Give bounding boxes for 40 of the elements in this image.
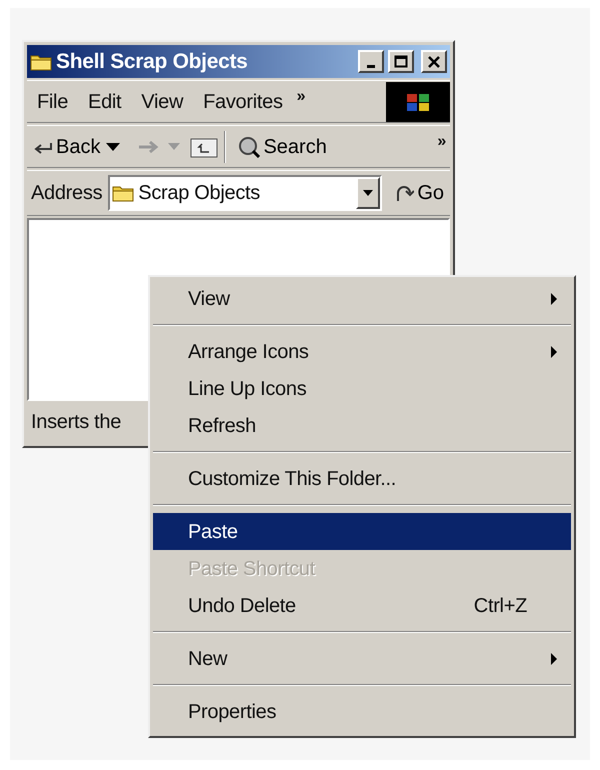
menu-item[interactable]: Customize This Folder... — [153, 460, 571, 497]
menu-item[interactable]: Favorites — [193, 86, 293, 116]
menu-item[interactable]: Undo Delete Ctrl+Z — [153, 587, 571, 624]
menu-item[interactable]: Edit — [78, 86, 132, 116]
submenu-arrow-icon — [551, 346, 557, 358]
menu-item[interactable]: File — [27, 86, 78, 116]
chevron-button[interactable]: » — [433, 126, 450, 158]
up-folder-icon — [190, 136, 218, 158]
forward-arrow-icon — [138, 140, 160, 154]
dropdown-arrow-icon — [106, 142, 120, 150]
window-title: Shell Scrap Objects — [56, 48, 249, 75]
maximize-button[interactable] — [388, 50, 414, 73]
maximize-icon — [394, 54, 408, 68]
menu-item[interactable]: Arrange Icons — [153, 333, 571, 370]
search-button[interactable]: Search — [232, 132, 333, 162]
menu-item[interactable]: Refresh — [153, 407, 571, 444]
submenu-arrow-icon — [551, 652, 557, 664]
dropdown-button[interactable] — [356, 177, 380, 209]
address-label: Address — [30, 181, 102, 206]
menu-item[interactable]: View — [131, 86, 194, 116]
shortcut-text: Ctrl+Z — [474, 594, 527, 618]
go-arrow-icon — [394, 183, 414, 203]
close-icon — [427, 54, 441, 68]
close-button[interactable] — [421, 50, 447, 73]
address-field[interactable]: Scrap Objects — [108, 175, 382, 211]
menu-item[interactable]: New — [153, 640, 571, 677]
status-text: Inserts the — [31, 410, 122, 435]
go-button[interactable]: Go — [388, 178, 450, 208]
minimize-icon — [367, 65, 375, 68]
back-button[interactable]: Back — [27, 132, 106, 162]
minimize-button[interactable] — [358, 50, 384, 73]
menu-item[interactable]: Properties — [153, 693, 571, 730]
menu-item[interactable]: Line Up Icons — [153, 370, 571, 407]
menu-item[interactable]: Paste — [153, 513, 571, 550]
search-icon — [238, 136, 260, 158]
caret-icon — [363, 190, 374, 196]
submenu-arrow-icon — [551, 292, 557, 304]
chevron-button[interactable]: » — [292, 81, 310, 113]
menu-item[interactable]: View — [153, 280, 571, 317]
dropdown-arrow-icon — [168, 143, 180, 150]
